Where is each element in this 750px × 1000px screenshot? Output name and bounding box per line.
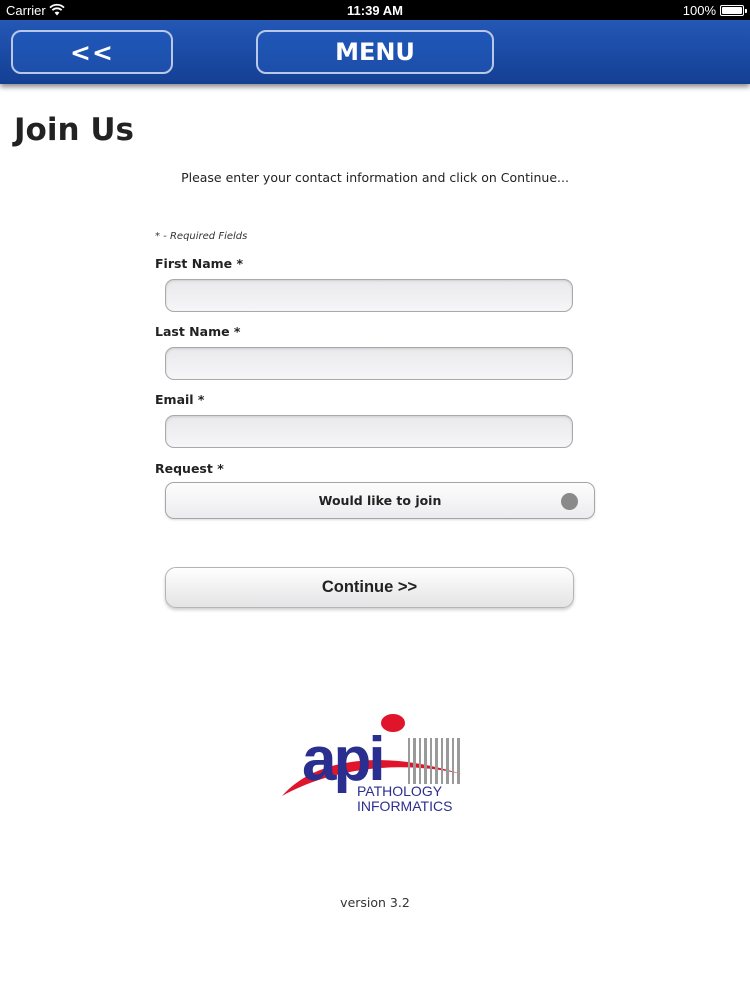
email-label: Email * bbox=[155, 392, 205, 407]
version-label: version 3.2 bbox=[340, 895, 410, 910]
last-name-input[interactable] bbox=[165, 347, 573, 380]
nav-bar: << MENU bbox=[0, 20, 750, 84]
logo-line1: PATHOLOGY bbox=[357, 783, 443, 799]
api-logo: api PATHOLOGY INFORMATICS bbox=[282, 714, 462, 814]
status-time: 11:39 AM bbox=[347, 3, 403, 18]
logo-line2: INFORMATICS bbox=[357, 798, 452, 814]
request-label: Request * bbox=[155, 461, 224, 476]
instructions-text: Please enter your contact information an… bbox=[181, 170, 569, 185]
battery-percentage: 100% bbox=[682, 3, 716, 18]
page-title: Join Us bbox=[14, 112, 134, 148]
email-input[interactable] bbox=[165, 415, 573, 448]
status-bar: Carrier 11:39 AM 100% bbox=[0, 0, 750, 20]
back-button[interactable]: << bbox=[11, 30, 173, 74]
battery-icon bbox=[720, 5, 747, 16]
dropdown-indicator-icon bbox=[561, 493, 578, 510]
first-name-input[interactable] bbox=[165, 279, 573, 312]
request-selected-value: Would like to join bbox=[318, 493, 442, 508]
first-name-label: First Name * bbox=[155, 256, 244, 271]
last-name-label: Last Name * bbox=[155, 324, 241, 339]
request-select[interactable]: Would like to join bbox=[165, 482, 595, 519]
continue-button[interactable]: Continue >> bbox=[165, 567, 574, 608]
required-fields-note: * - Required Fields bbox=[155, 231, 248, 242]
menu-button[interactable]: MENU bbox=[256, 30, 494, 74]
